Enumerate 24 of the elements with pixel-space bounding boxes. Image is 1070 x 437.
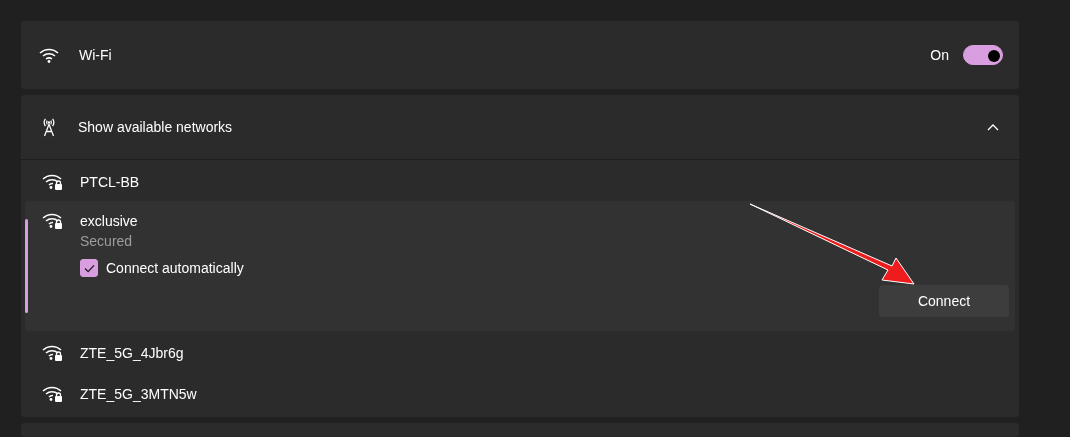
checkmark-icon bbox=[83, 263, 95, 273]
secured-wifi-icon bbox=[42, 384, 64, 402]
wifi-label: Wi-Fi bbox=[79, 47, 112, 63]
connect-button[interactable]: Connect bbox=[879, 285, 1009, 317]
network-item[interactable]: ZTE_5G_3MTN5w bbox=[25, 372, 1015, 413]
network-name: PTCL-BB bbox=[80, 173, 141, 192]
checkbox[interactable] bbox=[80, 259, 98, 277]
checkbox-label: Connect automatically bbox=[106, 260, 244, 276]
networks-header-label: Show available networks bbox=[78, 119, 233, 135]
chevron-icon[interactable] bbox=[987, 123, 999, 131]
network-item-expanded[interactable]: exclusive Secured Connect automatically Connect bbox=[25, 201, 1015, 331]
networks-header[interactable]: Show available networks bbox=[21, 95, 1019, 160]
network-item[interactable]: PTCL-BB bbox=[25, 160, 1015, 201]
secured-wifi-icon bbox=[42, 343, 64, 361]
network-status: Secured bbox=[80, 232, 134, 251]
network-name: ZTE_5G_4Jbr6g bbox=[80, 344, 185, 363]
network-item[interactable]: ZTE_5G_4Jbr6g bbox=[25, 331, 1015, 372]
secured-wifi-icon bbox=[42, 211, 64, 229]
wifi-icon bbox=[39, 47, 59, 63]
network-name: ZTE_5G_3MTN5w bbox=[80, 385, 198, 404]
network-name: exclusive bbox=[80, 212, 139, 231]
secured-wifi-icon bbox=[42, 172, 64, 190]
toggle-state-label: On bbox=[930, 47, 949, 63]
wifi-toggle[interactable] bbox=[963, 45, 1003, 65]
